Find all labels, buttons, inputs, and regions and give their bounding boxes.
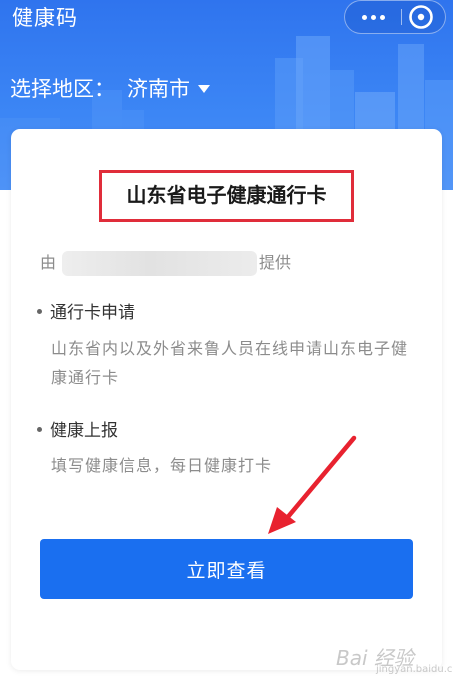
close-circle-icon[interactable] — [408, 4, 434, 30]
provider-name-redacted — [62, 251, 257, 276]
watermark-subtext: jingyan.baidu.com — [376, 664, 453, 675]
region-selector[interactable]: 选择地区： 济南市 — [10, 74, 210, 104]
section-desc-apply: 山东省内以及外省来鲁人员在线申请山东电子健康通行卡 — [51, 339, 409, 387]
bullet-icon — [37, 308, 42, 314]
section-heading-report: 健康上报 — [37, 419, 118, 443]
title-highlight-box — [99, 170, 354, 222]
mini-program-capsule — [344, 0, 446, 34]
app-title: 健康码 — [12, 6, 78, 30]
region-value[interactable]: 济南市 — [127, 74, 190, 104]
section-desc-report: 填写健康信息，每日健康打卡 — [51, 456, 273, 475]
provider-suffix: 提供 — [259, 253, 292, 272]
caret-down-icon[interactable] — [198, 85, 210, 93]
provider-prefix: 由 — [40, 253, 57, 272]
view-now-button[interactable]: 立即查看 — [40, 539, 413, 599]
section-heading-apply: 通行卡申请 — [37, 301, 135, 325]
capsule-divider — [401, 9, 402, 25]
more-dots-icon[interactable] — [345, 1, 401, 33]
region-label: 选择地区： — [10, 77, 115, 101]
pass-card: 山东省电子健康通行卡 由 提供 通行卡申请 山东省内以及外省来鲁人员在线申请山东… — [11, 129, 442, 670]
watermark: Bai 经验 jingyan.baidu.com — [336, 638, 453, 678]
bullet-icon — [37, 426, 42, 432]
